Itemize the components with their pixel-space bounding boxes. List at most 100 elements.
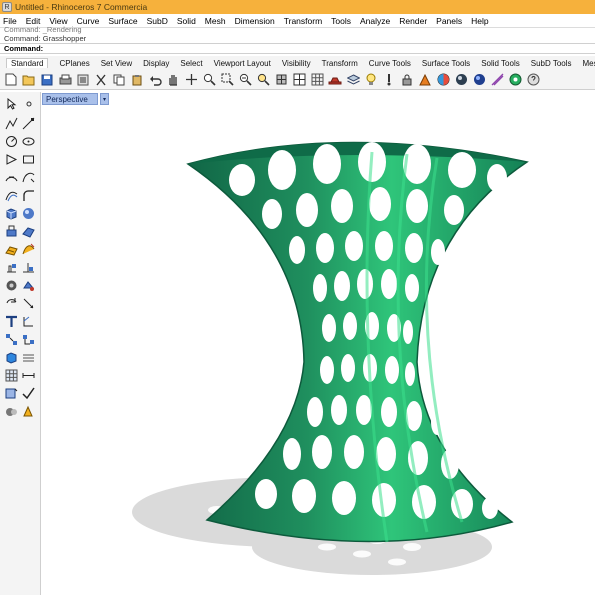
wire-icon[interactable] (490, 73, 504, 87)
tab-surface-tools[interactable]: Surface Tools (422, 59, 470, 68)
offset-icon[interactable] (4, 188, 19, 203)
menu-view[interactable]: View (49, 16, 67, 26)
distance-icon[interactable] (21, 368, 36, 383)
menu-render[interactable]: Render (399, 16, 427, 26)
menu-dimension[interactable]: Dimension (235, 16, 275, 26)
pan-icon[interactable] (166, 73, 180, 87)
four-view-icon[interactable] (292, 73, 306, 87)
fillet-icon[interactable] (21, 188, 36, 203)
menu-edit[interactable]: Edit (26, 16, 41, 26)
loft-icon[interactable] (21, 242, 36, 257)
save-icon[interactable] (40, 73, 54, 87)
new-icon[interactable] (4, 73, 18, 87)
tab-mesh-tools[interactable]: Mesh Tool (583, 59, 595, 68)
rectangle-icon[interactable] (21, 152, 36, 167)
check-icon[interactable] (21, 386, 36, 401)
transform-icon[interactable] (4, 332, 19, 347)
menu-panels[interactable]: Panels (436, 16, 462, 26)
print-icon[interactable] (58, 73, 72, 87)
help-icon[interactable] (526, 73, 540, 87)
surface-icon[interactable] (21, 224, 36, 239)
dimension-icon[interactable] (21, 314, 36, 329)
move-view-icon[interactable] (184, 73, 198, 87)
render-icon[interactable] (436, 73, 450, 87)
polygon-icon[interactable] (4, 152, 19, 167)
undo-icon[interactable] (148, 73, 162, 87)
sphere-icon[interactable] (21, 206, 36, 221)
paint-icon[interactable] (21, 404, 36, 419)
circle-icon[interactable] (4, 134, 19, 149)
rendered-icon[interactable] (472, 73, 486, 87)
split-icon[interactable] (21, 260, 36, 275)
copy-icon[interactable] (112, 73, 126, 87)
car-icon[interactable] (328, 73, 342, 87)
menu-transform[interactable]: Transform (284, 16, 322, 26)
tab-set-view[interactable]: Set View (101, 59, 132, 68)
grid-snap-icon[interactable] (4, 368, 19, 383)
menu-help[interactable]: Help (471, 16, 488, 26)
layer-icon[interactable] (346, 73, 360, 87)
zoom-window-icon[interactable] (220, 73, 234, 87)
mesh-icon[interactable] (4, 278, 19, 293)
options-icon[interactable] (508, 73, 522, 87)
tab-select[interactable]: Select (180, 59, 202, 68)
menu-mesh[interactable]: Mesh (205, 16, 226, 26)
boolean-icon[interactable] (4, 260, 19, 275)
render-tools-icon[interactable] (4, 404, 19, 419)
menu-analyze[interactable]: Analyze (360, 16, 390, 26)
curve-icon[interactable] (21, 170, 36, 185)
paste-icon[interactable] (130, 73, 144, 87)
menu-file[interactable]: File (3, 16, 17, 26)
perspective-viewport[interactable]: Perspective ▾ (42, 92, 595, 595)
zoom-dynamic-icon[interactable] (202, 73, 216, 87)
tab-display[interactable]: Display (143, 59, 169, 68)
open-icon[interactable] (22, 73, 36, 87)
import-icon[interactable] (76, 73, 90, 87)
menu-surface[interactable]: Surface (108, 16, 137, 26)
point-icon[interactable] (21, 96, 36, 111)
tab-viewport-layout[interactable]: Viewport Layout (214, 59, 271, 68)
zoom-extents-icon[interactable] (238, 73, 252, 87)
network-surface-icon[interactable] (4, 242, 19, 257)
align-icon[interactable] (21, 332, 36, 347)
menu-tools[interactable]: Tools (331, 16, 351, 26)
block-icon[interactable] (4, 350, 19, 365)
command-input[interactable] (46, 44, 595, 53)
rotate-view-icon[interactable] (274, 73, 288, 87)
tab-cplanes[interactable]: CPlanes (59, 59, 89, 68)
tab-subd-tools[interactable]: SubD Tools (531, 59, 572, 68)
analyze-icon[interactable] (4, 386, 19, 401)
extrude-icon[interactable] (4, 224, 19, 239)
select-pointer-icon[interactable] (4, 96, 19, 111)
material-icon[interactable] (418, 73, 432, 87)
properties-icon[interactable] (382, 73, 396, 87)
move-icon[interactable] (21, 296, 36, 311)
line-icon[interactable] (21, 116, 36, 131)
polyline-icon[interactable] (4, 116, 19, 131)
arc-icon[interactable] (4, 170, 19, 185)
twisted-lattice-vase (132, 141, 529, 575)
lock-icon[interactable] (400, 73, 414, 87)
menu-subd[interactable]: SubD (147, 16, 168, 26)
rotate-icon[interactable] (4, 296, 19, 311)
zoom-selected-icon[interactable] (256, 73, 270, 87)
menu-solid[interactable]: Solid (177, 16, 196, 26)
tab-solid-tools[interactable]: Solid Tools (481, 59, 520, 68)
tab-visibility[interactable]: Visibility (282, 59, 311, 68)
rhino-app-icon[interactable]: R (2, 2, 12, 12)
light-icon[interactable] (364, 73, 378, 87)
box-icon[interactable] (4, 206, 19, 221)
array-icon[interactable] (21, 350, 36, 365)
cut-icon[interactable] (94, 73, 108, 87)
tab-standard[interactable]: Standard (6, 58, 49, 68)
text-icon[interactable] (4, 314, 19, 329)
tab-transform[interactable]: Transform (322, 59, 358, 68)
menu-curve[interactable]: Curve (77, 16, 100, 26)
mesh-tools-icon[interactable] (21, 278, 36, 293)
viewport-menu-icon[interactable]: ▾ (100, 93, 109, 105)
grid-icon[interactable] (310, 73, 324, 87)
tab-curve-tools[interactable]: Curve Tools (369, 59, 411, 68)
shaded-icon[interactable] (454, 73, 468, 87)
viewport-tab-perspective[interactable]: Perspective (42, 93, 98, 105)
ellipse-icon[interactable] (21, 134, 36, 149)
